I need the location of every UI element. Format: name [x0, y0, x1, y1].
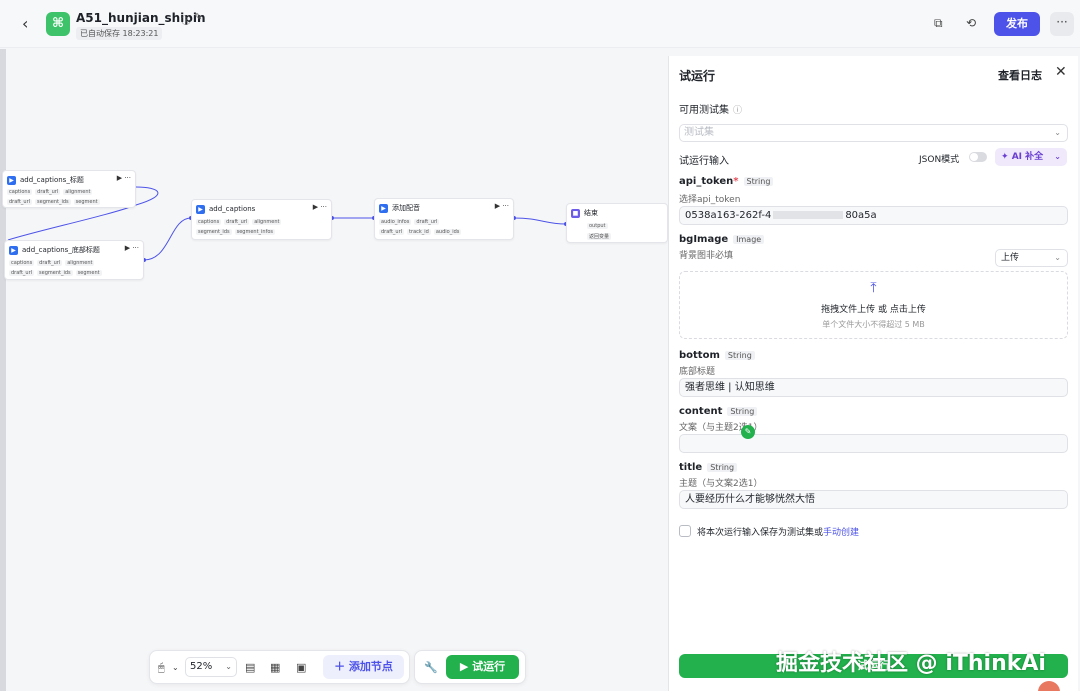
field-api-token-desc: 选择api_token [679, 195, 741, 205]
wire-4 [513, 217, 567, 225]
field-bottom-label: bottom String [679, 350, 755, 361]
node-outputs: 返回变量 [587, 233, 612, 240]
info-icon: ⓘ [733, 106, 743, 116]
node-outputs: draft_url segment_ids segment [9, 270, 102, 276]
chevron-down-icon: ⌄ [1054, 152, 1061, 161]
copy-icon[interactable]: ⧉ [934, 16, 943, 31]
add-node-button[interactable]: ＋ 添加节点 [323, 655, 404, 679]
publish-button[interactable]: 发布 [994, 12, 1040, 36]
node-play-icon: ▶ [7, 175, 16, 185]
play-icon: ▶ [459, 660, 473, 673]
node-inputs: captions draft_url alignment [9, 260, 95, 266]
run-toolbar: 🔧 ▶ 试运行 [414, 650, 526, 684]
json-mode-label: JSON模式 [919, 155, 960, 165]
title-input[interactable]: 人要经历什么才能够恍然大悟 [679, 490, 1068, 509]
ai-fill-button[interactable]: ✦ AI 补全 ⌄ [995, 148, 1067, 166]
testset-select[interactable]: 测试集 ⌄ [679, 124, 1068, 142]
node-outputs: draft_url track_id audio_ids [379, 229, 462, 235]
node-play-icon: ▶ [196, 204, 205, 214]
field-content-label: content String [679, 406, 758, 417]
redacted-block [773, 211, 844, 219]
node-controls[interactable]: ▶ ··· [313, 203, 327, 211]
upload-icon: ⤒ [870, 280, 877, 296]
canvas-toolbar: 🖱 ⌄ 52% ⌄ ▤ ▦ ▣ ＋ 添加节点 [149, 650, 410, 684]
node-title: add_captions_标题 [20, 176, 84, 184]
chevron-down-icon: ⌄ [225, 662, 232, 671]
workflow-node[interactable]: ▶ add_captions_标题 ▶ ··· captions draft_url… [2, 170, 136, 208]
bottom-input[interactable]: 强者思维 | 认知思维 [679, 378, 1068, 397]
workflow-node[interactable]: ▶ add_captions_底部标题 ▶ ··· captions draft_u… [4, 240, 144, 280]
panel-title: 试运行 [679, 69, 716, 83]
manual-create-link[interactable]: 手动创建 [823, 528, 859, 538]
upload-hint: 拖拽文件上传 或 点击上传 [821, 305, 926, 315]
upload-size-limit: 单个文件大小不得超过 5 MB [822, 320, 925, 329]
minimap-icon[interactable]: ▣ [296, 661, 306, 674]
node-controls[interactable]: ▶ ··· [495, 202, 509, 210]
node-title: add_captions [209, 205, 256, 213]
floating-assistant-icon[interactable]: ✎ [741, 425, 755, 439]
node-inputs: captions draft_url alignment [196, 219, 282, 225]
field-bottom-desc: 底部标题 [679, 367, 716, 377]
node-connections [7, 186, 568, 262]
chevron-down-icon[interactable]: ⌄ [172, 663, 179, 672]
field-bgimage-desc: 背景图非必填 [679, 251, 734, 261]
upload-mode-select[interactable]: 上传 ⌄ [995, 249, 1068, 267]
node-play-icon: ▶ [9, 245, 18, 255]
node-controls[interactable]: ▶ ··· [125, 244, 139, 252]
workflow-node[interactable]: ▶ 添加配音 ▶ ··· audio_infos draft_url draft_u… [374, 198, 514, 240]
node-outputs: draft_url segment_ids segment [7, 199, 100, 205]
close-icon[interactable]: ✕ [1055, 64, 1067, 80]
node-inputs: captions draft_url alignment [7, 189, 93, 195]
history-icon[interactable]: ⟲ [966, 16, 976, 30]
test-run-button[interactable]: ▶ 试运行 [446, 655, 519, 679]
comment-icon[interactable]: ▤ [245, 661, 255, 674]
workflow-node-end[interactable]: ■ 结束 output 返回变量 [566, 203, 668, 243]
node-controls[interactable]: ▶ ··· [117, 174, 131, 182]
mouse-mode-icon[interactable]: 🖱 [158, 661, 165, 675]
wrench-icon[interactable]: 🔧 [424, 661, 438, 674]
node-end-icon: ■ [571, 208, 580, 218]
plus-icon: ＋ [334, 660, 349, 673]
node-outputs: segment_ids segment_infos [196, 229, 276, 235]
zoom-select[interactable]: 52% ⌄ [185, 657, 237, 677]
json-mode-toggle[interactable] [969, 152, 987, 162]
node-inputs: output [587, 223, 608, 229]
more-menu-button[interactable]: ··· [1050, 12, 1074, 36]
node-inputs: audio_infos draft_url [379, 219, 440, 225]
node-play-icon: ▶ [379, 203, 388, 213]
run-input-label: 试运行输入 [679, 156, 729, 167]
wire-2 [143, 217, 192, 261]
view-log-link[interactable]: 查看日志 [998, 67, 1042, 83]
sparkle-icon: ✦ [1001, 152, 1012, 162]
chevron-down-icon: ⌄ [1054, 128, 1061, 137]
image-upload-dropzone[interactable]: ⤒ 拖拽文件上传 或 点击上传 单个文件大小不得超过 5 MB [679, 271, 1068, 339]
node-title: add_captions_底部标题 [22, 246, 100, 254]
node-title: 添加配音 [392, 204, 420, 212]
chevron-down-icon: ⌄ [1054, 253, 1061, 262]
layout-icon[interactable]: ▦ [270, 661, 280, 674]
test-run-panel: 试运行 查看日志 ✕ 可用测试集 ⓘ 测试集 ⌄ 试运行输入 JSON模式 ✦ AI… [668, 56, 1078, 691]
field-title-label: title String [679, 462, 738, 473]
workflow-node[interactable]: ▶ add_captions ▶ ··· captions draft_url ali… [191, 199, 332, 240]
api-token-input[interactable]: 0538a163-262f-4 80a5a [679, 206, 1068, 225]
save-testset-checkbox[interactable] [679, 525, 691, 537]
save-testset-label: 将本次运行输入保存为测试集或手动创建 [697, 528, 860, 538]
watermark-text: 掘金技术社区 @ iThinkAi [776, 651, 1046, 676]
field-api-token-label: api_token* String [679, 176, 774, 187]
node-title: 结束 [584, 209, 598, 217]
field-title-desc: 主题（与文案2选1） [679, 479, 763, 489]
content-input[interactable] [679, 434, 1068, 453]
field-bgimage-label: bgImage Image [679, 234, 765, 245]
testset-label: 可用测试集 ⓘ [679, 105, 743, 116]
